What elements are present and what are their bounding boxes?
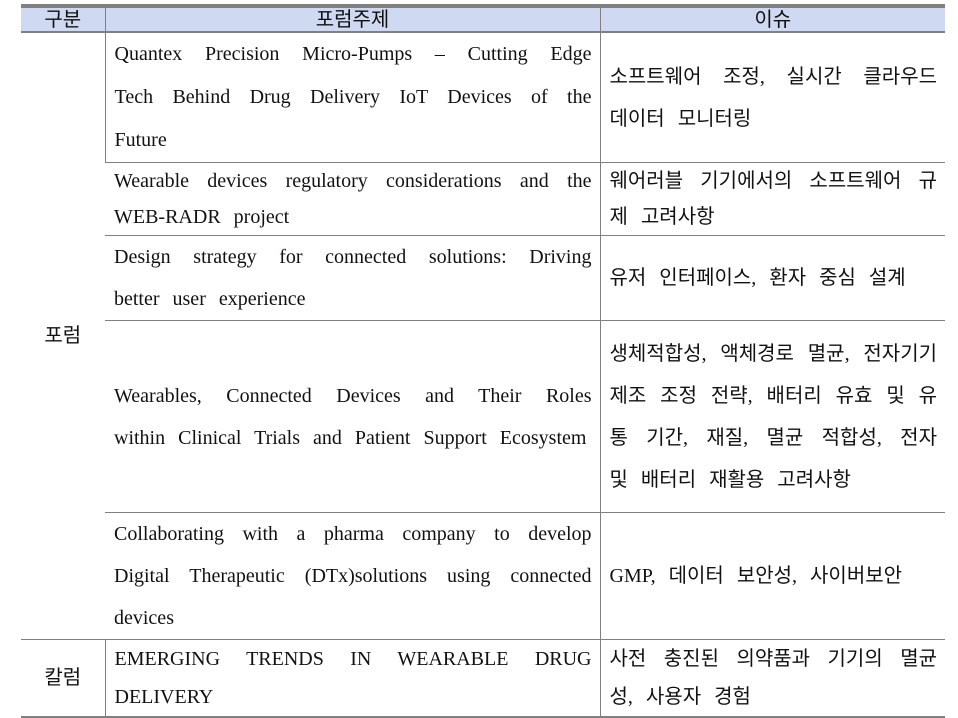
table-row: Design strategy for connected solutions:… <box>21 235 945 321</box>
topic-cell: Design strategy for connected solutions:… <box>105 235 600 321</box>
topic-cell: Wearables, Connected Devices and Their R… <box>105 320 600 513</box>
issue-cell: 웨어러블 기기에서의 소프트웨어 규제 고려사항 <box>599 162 945 236</box>
category-cell-forum: 포럼 <box>44 325 82 347</box>
issue-cell: 생체적합성, 액체경로 멸균, 전자기기 제조 조정 전략, 배터리 유효 및 … <box>599 320 945 513</box>
table-row: Wearables, Connected Devices and Their R… <box>21 320 945 513</box>
header-topic: 포럼주제 <box>104 4 600 33</box>
issue-cell: GMP, 데이터 보안성, 사이버보안 <box>599 512 945 640</box>
category-cell-column: 칼럼 <box>21 639 105 718</box>
table-row: 포럼 Quantex Precision Micro-Pumps – Cutti… <box>21 32 945 347</box>
issue-cell: 사전 충진된 의약품과 기기의 멸균성, 사용자 경험 <box>599 639 945 718</box>
table-row: Wearable devices regulatory consideratio… <box>21 162 945 236</box>
issue-cell: 유저 인터페이스, 환자 중심 설계 <box>599 235 945 321</box>
topic-cell: EMERGING TRENDS IN WEARABLE DRUG DELIVER… <box>104 639 600 718</box>
table-row: 칼럼 EMERGING TRENDS IN WEARABLE DRUG DELI… <box>21 639 945 718</box>
header-category: 구분 <box>21 4 105 33</box>
forum-topics-table: 구분 포럼주제 이슈 포럼 Quantex Precision Micro-Pu… <box>21 4 945 718</box>
issue-cell: 소프트웨어 조정, 실시간 클라우드 데이터 모니터링 <box>599 32 945 163</box>
topic-cell: Collaborating with a pharma company to d… <box>105 512 600 640</box>
table-row: Collaborating with a pharma company to d… <box>21 512 945 640</box>
header-issue: 이슈 <box>599 4 945 33</box>
header-row: 구분 포럼주제 이슈 <box>21 4 945 33</box>
topic-cell: Wearable devices regulatory consideratio… <box>105 162 600 236</box>
topic-cell: Quantex Precision Micro-Pumps – Cutting … <box>104 32 600 163</box>
